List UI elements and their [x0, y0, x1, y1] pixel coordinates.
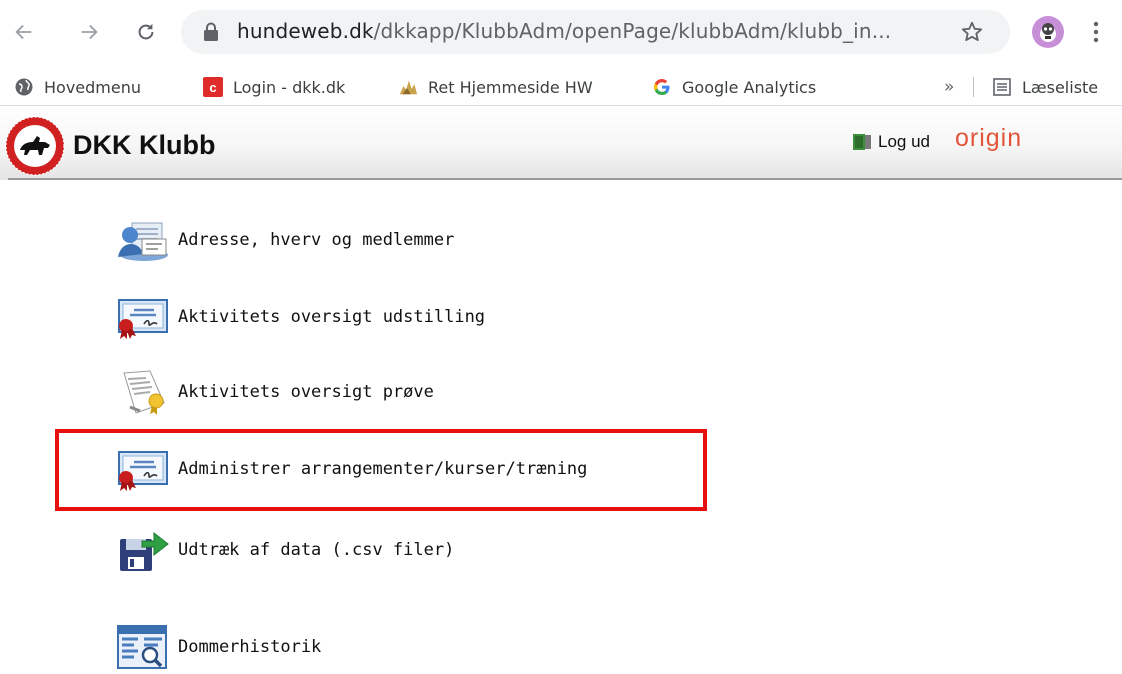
menu-kebab-icon[interactable]	[1084, 18, 1108, 46]
highlight-box	[55, 429, 707, 511]
app-title: DKK Klubb	[73, 130, 216, 160]
bookmark-label: Login - dkk.dk	[233, 77, 346, 97]
menu-item-label: Udtræk af data (.csv filer)	[178, 540, 455, 560]
profile-icon	[1040, 23, 1056, 42]
menu-item-csv-export[interactable]: Udtræk af data (.csv filer)	[116, 527, 454, 573]
reload-icon[interactable]	[128, 14, 164, 50]
address-bar[interactable]: hundeweb.dk/dkkapp/KlubbAdm/openPage/klu…	[181, 10, 1010, 54]
dkk-logo	[5, 116, 65, 176]
bookmark-label: Ret Hjemmeside HW	[428, 77, 593, 97]
menu-item-udstilling[interactable]: Aktivitets oversigt udstilling	[116, 294, 485, 340]
lock-icon	[204, 22, 218, 41]
logout-button[interactable]: Log ud	[852, 132, 930, 152]
reading-list-button[interactable]: Læseliste	[992, 74, 1098, 100]
svg-text:c: c	[209, 80, 216, 95]
reading-list-icon	[992, 77, 1012, 97]
floppy-export-icon	[116, 527, 172, 573]
menu-item-dommerhistorik[interactable]: Dommerhistorik	[116, 624, 321, 670]
logout-label: Log ud	[878, 132, 930, 151]
bookmark-google-analytics[interactable]: Google Analytics	[652, 74, 816, 100]
menu-item-label: Dommerhistorik	[178, 637, 322, 657]
url-path: /dkkapp/KlubbAdm/openPage/klubbAdm/klubb…	[373, 19, 892, 43]
menu-item-label: Adresse, hverv og medlemmer	[178, 230, 455, 250]
c-favicon: c	[203, 77, 223, 97]
overflow-chevron-icon: »	[944, 77, 955, 97]
report-search-icon	[116, 624, 172, 670]
url-text[interactable]: hundeweb.dk/dkkapp/KlubbAdm/openPage/klu…	[237, 19, 891, 43]
certificate-icon	[116, 294, 172, 340]
bookmark-hovedmenu[interactable]: Hovedmenu	[14, 74, 141, 100]
menu-item-label: Aktivitets oversigt prøve	[178, 382, 434, 402]
address-book-icon	[116, 217, 172, 263]
app-header: DKK Klubb Log ud origin	[0, 106, 1122, 180]
logout-door-icon	[853, 134, 871, 150]
star-icon[interactable]	[960, 20, 984, 44]
origin-logo: origin	[955, 124, 1023, 152]
bookmarks-divider	[973, 77, 974, 97]
forward-arrow-icon[interactable]	[71, 14, 107, 50]
browser-toolbar: hundeweb.dk/dkkapp/KlubbAdm/openPage/klu…	[0, 0, 1122, 68]
menu-item-proeve[interactable]: Aktivitets oversigt prøve	[116, 369, 434, 415]
bookmark-label: Google Analytics	[682, 77, 817, 97]
google-icon	[652, 77, 672, 97]
menu-item-label: Aktivitets oversigt udstilling	[178, 307, 486, 327]
back-arrow-icon[interactable]	[6, 14, 42, 50]
bookmark-ret-hjemmeside[interactable]: Ret Hjemmeside HW	[398, 74, 593, 100]
globe-icon	[14, 77, 34, 97]
bookmarks-overflow-button[interactable]: »	[944, 74, 954, 100]
menu-item-adresse[interactable]: Adresse, hverv og medlemmer	[116, 217, 454, 263]
bookmark-login-dkk[interactable]: c Login - dkk.dk	[203, 74, 345, 100]
dog-favicon	[398, 77, 418, 97]
reading-list-label: Læseliste	[1022, 77, 1099, 97]
document-seal-icon	[116, 369, 172, 415]
bookmarks-bar: Hovedmenu c Login - dkk.dk Ret Hjemmesid…	[0, 68, 1122, 106]
bookmark-label: Hovedmenu	[44, 77, 141, 97]
profile-avatar[interactable]	[1032, 16, 1064, 48]
url-host: hundeweb.dk	[237, 19, 374, 43]
